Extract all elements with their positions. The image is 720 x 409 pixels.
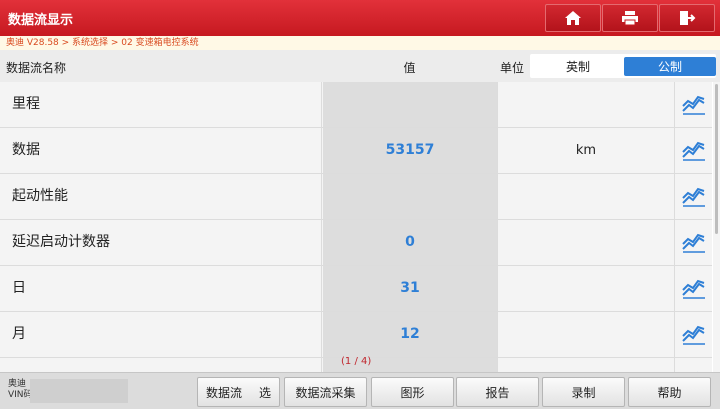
row-value: 0 [323,220,497,265]
select-label: 选 [258,385,271,400]
vehicle-info: 奥迪 VIN码 [8,379,33,401]
graph-button[interactable] [676,266,712,311]
graph-mode-button[interactable]: 图形 [371,377,454,407]
graph-button[interactable] [676,82,712,127]
unit-metric-option[interactable]: 公制 [624,57,716,76]
row-name: 日 [0,266,322,311]
record-button[interactable]: 录制 [542,377,625,407]
home-button[interactable] [545,4,601,32]
bottom-toolbar: 奥迪 VIN码 数据流 选 数据流采集 图形 报告 录制 帮助 [0,372,720,409]
table-row[interactable]: 日 31 [0,266,712,312]
row-name: 月 [0,312,322,357]
row-name: 起动性能 [0,174,322,219]
unit-imperial-option[interactable]: 英制 [532,57,624,76]
column-value-header: 值 [403,61,416,75]
line-chart-icon [682,325,705,345]
table-row[interactable]: 月 12 [0,312,712,358]
scrollbar[interactable] [713,82,720,372]
column-name-header: 数据流名称 [6,61,67,75]
vehicle-make: 奥迪 [8,379,27,389]
line-chart-icon [682,233,705,253]
row-value: 31 [323,266,497,311]
graph-button[interactable] [676,358,712,372]
data-stream-list: 里程 数据 53157 km 起动性能 延迟启动计数器 0 日 31 月 12 [0,82,712,372]
graph-button[interactable] [676,128,712,173]
home-icon [565,11,581,25]
table-row[interactable]: 数据 53157 km [0,128,712,174]
table-row[interactable]: 延迟启动计数器 0 [0,220,712,266]
row-unit [497,174,675,219]
graph-button[interactable] [676,174,712,219]
print-icon [622,11,638,26]
data-stream-select-button[interactable]: 数据流 选 [197,377,280,407]
graph-button[interactable] [676,220,712,265]
print-button[interactable] [602,4,658,32]
row-value [323,174,497,219]
line-chart-icon [682,95,705,115]
row-value [323,82,497,127]
row-name: 延迟启动计数器 [0,220,322,265]
row-value: 53157 [323,128,497,173]
unit-toggle: 英制 公制 [530,54,716,78]
exit-button[interactable] [659,4,715,32]
row-unit [497,266,675,311]
row-unit [497,312,675,357]
line-chart-icon [682,279,705,299]
vin-label: VIN码 [8,390,33,400]
row-name [0,358,322,372]
report-button[interactable]: 报告 [456,377,539,407]
graph-button[interactable] [676,312,712,357]
scroll-thumb[interactable] [715,84,718,234]
column-unit-header: 单位 [500,61,525,75]
vin-value-redacted [30,379,128,403]
line-chart-icon [682,141,705,161]
row-unit [497,220,675,265]
table-row[interactable]: 里程 [0,82,712,128]
row-unit [497,82,675,127]
page-indicator: (1 / 4) [341,356,372,367]
row-unit [497,358,675,372]
page-title: 数据流显示 [8,13,74,28]
data-stream-label: 数据流 [206,385,243,400]
exit-icon [680,11,696,25]
row-value: 12 [323,312,497,357]
data-capture-button[interactable]: 数据流采集 [284,377,367,407]
title-bar: 数据流显示 [0,0,720,36]
help-button[interactable]: 帮助 [628,377,711,407]
breadcrumb: 奥迪 V28.58 > 系统选择 > 02 变速箱电控系统 [0,36,720,50]
table-row[interactable]: 起动性能 [0,174,712,220]
row-name: 数据 [0,128,322,173]
row-unit: km [497,128,675,173]
line-chart-icon [682,187,705,207]
row-name: 里程 [0,82,322,127]
